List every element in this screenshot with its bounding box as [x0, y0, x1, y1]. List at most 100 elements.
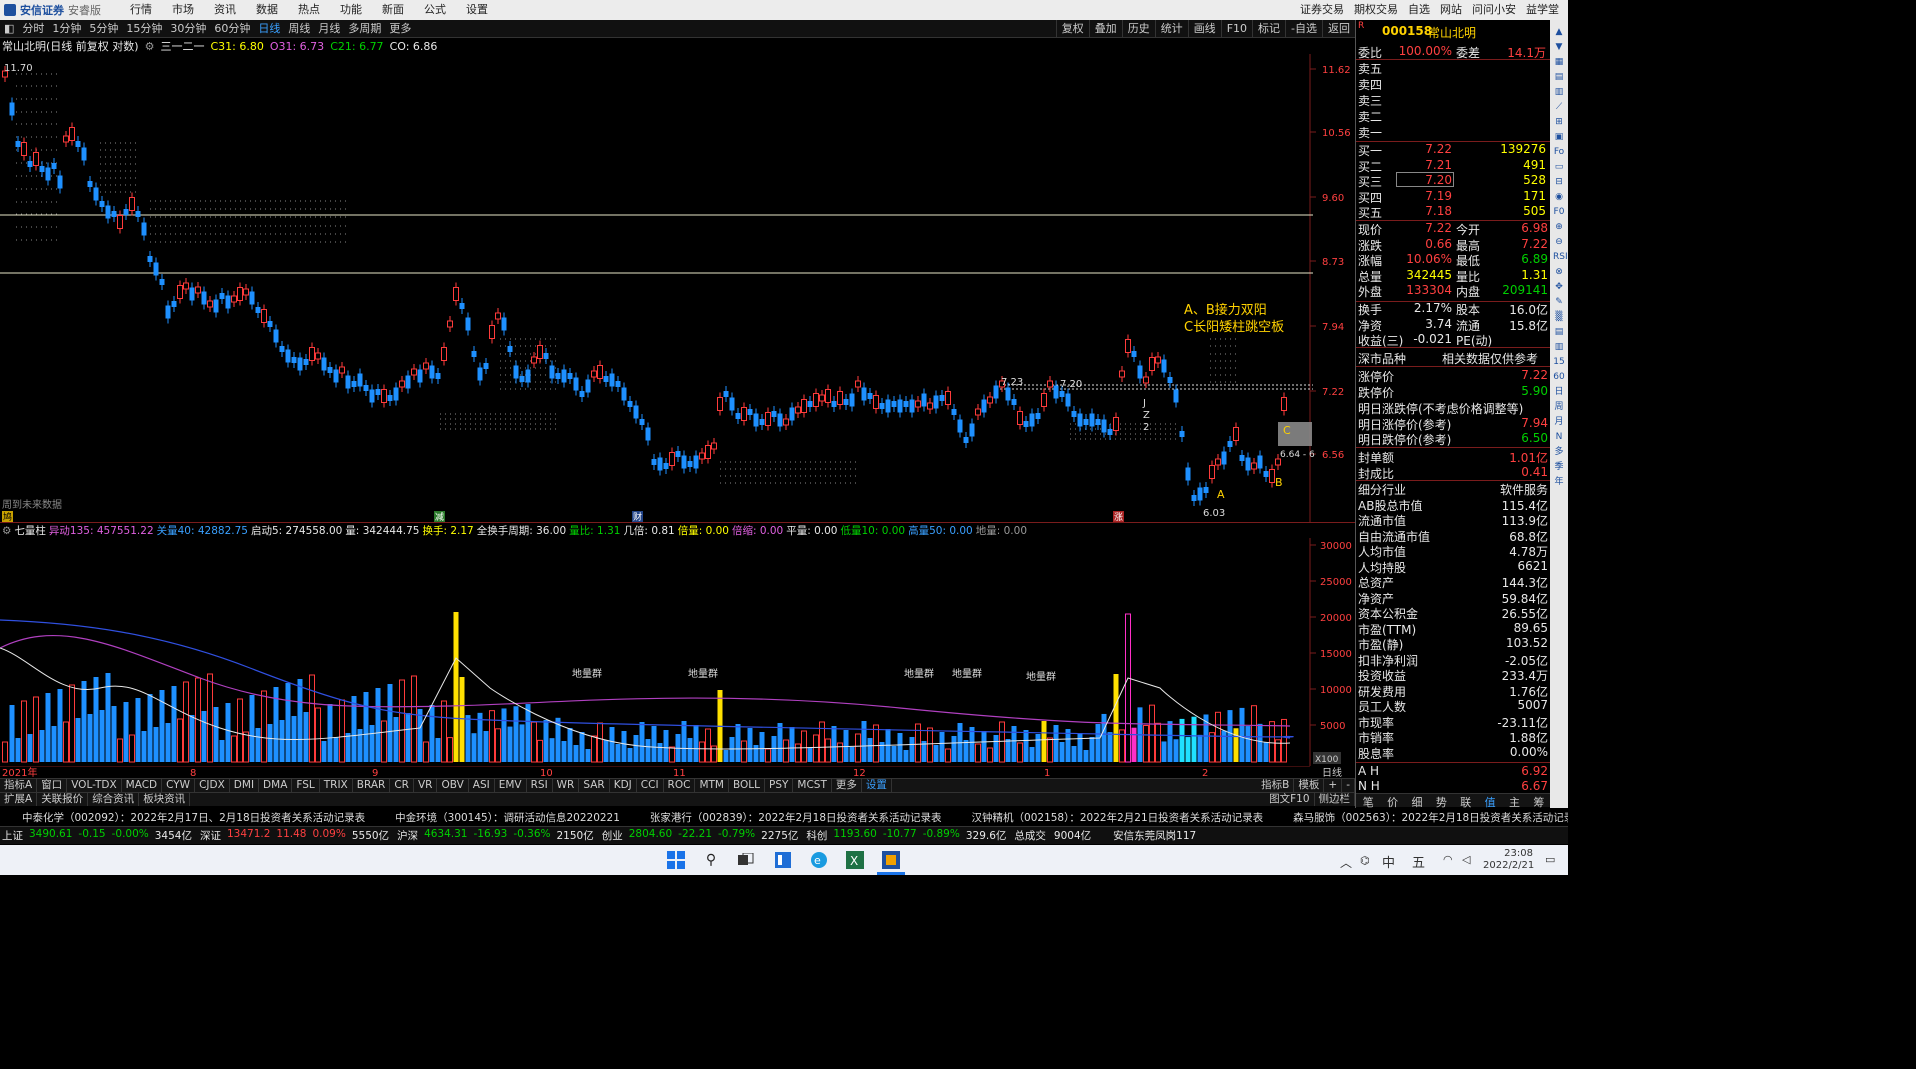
- quote-tab-5[interactable]: 值: [1478, 794, 1502, 809]
- indicator-tab-14[interactable]: ASI: [469, 779, 495, 792]
- menu-item-0[interactable]: 行情: [120, 0, 162, 20]
- side-tool-icon-15[interactable]: RSI: [1553, 251, 1568, 263]
- side-tool-icon-6[interactable]: ⊞: [1553, 116, 1565, 128]
- side-tool-icon-29[interactable]: 季: [1553, 461, 1565, 473]
- extension-right-0[interactable]: 图文F10: [1265, 793, 1315, 806]
- indicator-tab-15[interactable]: EMV: [495, 779, 527, 792]
- chart-tool-1[interactable]: 叠加: [1088, 19, 1122, 38]
- widgets-icon[interactable]: [772, 849, 794, 871]
- side-tool-icon-1[interactable]: ▼: [1553, 41, 1565, 53]
- indicator-tab-1[interactable]: 窗口: [37, 779, 68, 792]
- period-tab-4[interactable]: 30分钟: [166, 20, 210, 38]
- quote-tab-7[interactable]: 筹: [1527, 794, 1551, 809]
- indicator-tab-2[interactable]: VOL-TDX: [67, 779, 122, 792]
- news-item-1[interactable]: 中金环境（300145）：调研活动信息20220221: [395, 810, 620, 825]
- indicator-tab-19[interactable]: KDJ: [610, 779, 637, 792]
- period-tab-2[interactable]: 5分钟: [85, 20, 122, 38]
- menu-item-8[interactable]: 设置: [456, 0, 498, 20]
- quote-tab-3[interactable]: 势: [1429, 794, 1453, 809]
- indicator-tab-21[interactable]: ROC: [664, 779, 696, 792]
- search-icon[interactable]: ⚲: [700, 849, 722, 871]
- period-tab-9[interactable]: 多周期: [344, 20, 385, 38]
- task-view-icon[interactable]: [735, 849, 757, 871]
- indicator-tab-3[interactable]: MACD: [122, 779, 163, 792]
- side-tool-icon-19[interactable]: ▒: [1553, 311, 1565, 323]
- side-tool-icon-13[interactable]: ⊕: [1553, 221, 1565, 233]
- period-tab-1[interactable]: 1分钟: [48, 20, 85, 38]
- extension-tab-2[interactable]: 综合资讯: [88, 793, 140, 806]
- tray-chevron-icon[interactable]: ︿: [1340, 854, 1352, 871]
- side-tool-icon-9[interactable]: ▭: [1553, 161, 1565, 173]
- candlestick-chart[interactable]: 11.62 10.56 9.60 8.73 7.94 7.22 6.56 A、B接力双阳 C…: [0, 54, 1355, 522]
- side-tool-icon-7[interactable]: ▣: [1553, 131, 1565, 143]
- index-2[interactable]: 沪深 4634.31 -16.93 -0.36% 2150亿: [397, 828, 594, 843]
- side-tool-icon-4[interactable]: ▥: [1553, 86, 1565, 98]
- vol-toggle-icon[interactable]: ⚙: [2, 525, 11, 537]
- side-tool-icon-26[interactable]: 月: [1553, 416, 1565, 428]
- volume-chart[interactable]: 30000 25000 20000 15000 10000 5000 地量群 地量群 地量群 地…: [0, 538, 1355, 766]
- period-tab-3[interactable]: 15分钟: [122, 20, 166, 38]
- side-tool-icon-27[interactable]: N: [1553, 431, 1565, 443]
- side-tool-icon-30[interactable]: 年: [1553, 476, 1565, 488]
- indicator-tab-25[interactable]: MCST: [793, 779, 832, 792]
- indicator-tab-22[interactable]: MTM: [695, 779, 729, 792]
- period-tab-0[interactable]: 分时: [18, 20, 48, 38]
- notification-icon[interactable]: ▭: [1545, 853, 1555, 866]
- menu-right-0[interactable]: 证券交易: [1295, 0, 1349, 20]
- chart-tool-6[interactable]: 标记: [1252, 19, 1285, 38]
- indicator-tab-0[interactable]: 指标A: [0, 779, 38, 792]
- indicator-tab-23[interactable]: BOLL: [729, 779, 765, 792]
- extension-right-1[interactable]: 侧边栏: [1315, 793, 1355, 806]
- indicator-tab-11[interactable]: CR: [390, 779, 414, 792]
- extension-tab-0[interactable]: 扩展A: [0, 793, 38, 806]
- menu-item-4[interactable]: 热点: [288, 0, 330, 20]
- indicator-tab-12[interactable]: VR: [414, 779, 438, 792]
- indicator-tab-10[interactable]: BRAR: [353, 779, 391, 792]
- quote-tab-4[interactable]: 联: [1454, 794, 1478, 809]
- volume-icon[interactable]: ◁: [1462, 853, 1470, 866]
- indicator-tab-7[interactable]: DMA: [259, 779, 293, 792]
- news-item-0[interactable]: 中泰化学（002092）：2022年2月17日、2月18日投资者关系活动记录表: [22, 810, 365, 825]
- index-4[interactable]: 科创 1193.60 -10.77 -0.89% 329.6亿: [806, 828, 1006, 843]
- side-tool-icon-8[interactable]: Fo: [1553, 146, 1565, 158]
- period-tab-8[interactable]: 月线: [314, 20, 344, 38]
- extension-tab-1[interactable]: 关联报价: [37, 793, 89, 806]
- indicator-right-3[interactable]: -: [1342, 779, 1355, 792]
- menu-item-6[interactable]: 新面: [372, 0, 414, 20]
- side-tool-icon-12[interactable]: F0: [1553, 206, 1565, 218]
- ime-label[interactable]: 中: [1382, 852, 1395, 871]
- quote-tab-0[interactable]: 笔: [1356, 794, 1380, 809]
- side-tool-icon-16[interactable]: ⊗: [1553, 266, 1565, 278]
- menu-item-7[interactable]: 公式: [414, 0, 456, 20]
- wifi-icon[interactable]: ◠: [1443, 853, 1453, 866]
- quote-tab-2[interactable]: 细: [1405, 794, 1429, 809]
- indicator-tab-13[interactable]: OBV: [437, 779, 469, 792]
- toggle-icon[interactable]: ◧: [0, 20, 18, 38]
- menu-right-3[interactable]: 网站: [1435, 0, 1467, 20]
- quote-tab-6[interactable]: 主: [1502, 794, 1526, 809]
- side-tool-icon-5[interactable]: ⟋: [1553, 101, 1565, 113]
- start-icon[interactable]: [665, 849, 687, 871]
- indicator-right-2[interactable]: +: [1324, 779, 1343, 792]
- menu-item-5[interactable]: 功能: [330, 0, 372, 20]
- side-tool-icon-17[interactable]: ✥: [1553, 281, 1565, 293]
- side-tool-icon-24[interactable]: 日: [1553, 386, 1565, 398]
- period-tab-6[interactable]: 日线: [254, 20, 284, 38]
- chart-tool-8[interactable]: 返回: [1322, 19, 1355, 38]
- side-tool-icon-11[interactable]: ◉: [1553, 191, 1565, 203]
- menu-right-2[interactable]: 自选: [1403, 0, 1435, 20]
- indicator-tab-24[interactable]: PSY: [765, 779, 794, 792]
- indicator-tab-8[interactable]: FSL: [292, 779, 320, 792]
- side-tool-icon-20[interactable]: ▤: [1553, 326, 1565, 338]
- chart-tool-3[interactable]: 统计: [1154, 19, 1188, 38]
- chart-tool-4[interactable]: 画线: [1187, 19, 1221, 38]
- side-tool-icon-2[interactable]: ▦: [1553, 56, 1565, 68]
- broker-name[interactable]: 安信东莞凤岗117: [1113, 828, 1196, 843]
- extension-tab-3[interactable]: 板块资讯: [139, 793, 191, 806]
- menu-right-1[interactable]: 期权交易: [1349, 0, 1403, 20]
- period-tab-7[interactable]: 周线: [284, 20, 314, 38]
- indicator-right-1[interactable]: 模板: [1294, 779, 1325, 792]
- chart-tool-7[interactable]: -自选: [1285, 19, 1322, 38]
- indicator-tab-20[interactable]: CCI: [637, 779, 664, 792]
- period-tab-5[interactable]: 60分钟: [210, 20, 254, 38]
